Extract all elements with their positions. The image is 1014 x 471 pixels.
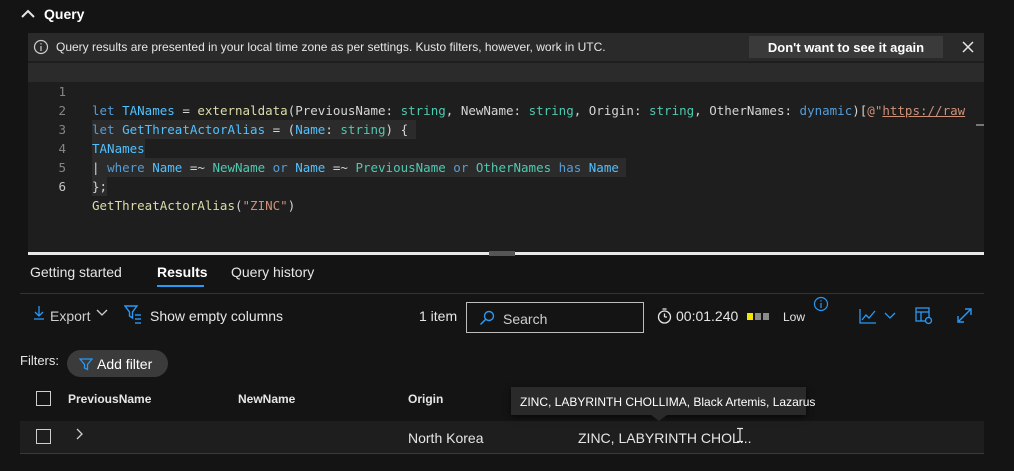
cell-othernames[interactable]: ZINC, LABYRINTH CHOL...	[578, 430, 751, 446]
column-header-newname[interactable]: NewName	[238, 392, 295, 406]
code-line[interactable]: 2 let GetThreatActorAlias = (Name: strin…	[28, 82, 984, 139]
item-count: 1 item	[419, 308, 458, 324]
chevron-down-icon[interactable]	[884, 311, 896, 321]
export-button[interactable]: Export	[50, 308, 90, 324]
info-icon[interactable]	[813, 296, 829, 312]
filter-funnel-icon	[124, 305, 141, 324]
cell-origin: North Korea	[408, 430, 484, 446]
active-tab-indicator	[157, 285, 204, 287]
stopwatch-icon	[657, 308, 672, 324]
line-number: 6	[58, 179, 66, 194]
tabs-divider	[20, 293, 984, 294]
overview-ruler-mark	[976, 124, 984, 126]
code-line[interactable]: 5 };	[28, 139, 984, 196]
query-header: Query	[0, 0, 1014, 30]
query-editor[interactable]: 1 let TANames = externaldata(PreviousNam…	[28, 61, 984, 253]
search-placeholder[interactable]: Search	[503, 311, 547, 327]
search-box[interactable]: Search	[466, 302, 644, 333]
download-icon[interactable]	[33, 305, 45, 321]
dont-show-again-button[interactable]: Don't want to see it again	[749, 36, 943, 58]
column-settings-icon[interactable]	[915, 307, 933, 325]
code-line[interactable]: 4 | where Name =~ NewName or Name =~ Pre…	[28, 120, 984, 177]
info-banner: Query results are presented in your loca…	[28, 33, 984, 61]
column-header-origin[interactable]: Origin	[408, 392, 443, 406]
table-row[interactable]	[20, 421, 984, 453]
code-line[interactable]: 1 let TANames = externaldata(PreviousNam…	[28, 63, 984, 118]
perf-bar-2	[755, 313, 761, 320]
show-empty-columns-button[interactable]: Show empty columns	[150, 308, 283, 324]
perf-bar-3	[763, 313, 769, 320]
tab-results[interactable]: Results	[157, 264, 208, 280]
tooltip-text: ZINC, LABYRINTH CHOLLIMA, Black Artemis,…	[520, 395, 816, 409]
search-icon	[479, 310, 495, 326]
cell-tooltip: ZINC, LABYRINTH CHOLLIMA, Black Artemis,…	[511, 387, 815, 415]
row-checkbox[interactable]	[36, 429, 51, 444]
code-line[interactable]: 3 TANames	[28, 101, 984, 158]
tooltip-pointer	[651, 415, 667, 421]
tab-getting-started[interactable]: Getting started	[30, 264, 122, 280]
query-duration: 00:01.240	[676, 308, 739, 324]
splitter-handle[interactable]	[489, 251, 515, 256]
query-title: Query	[44, 6, 85, 22]
row-divider	[20, 453, 984, 454]
filter-icon	[79, 358, 93, 371]
add-filter-label: Add filter	[97, 355, 153, 372]
close-icon[interactable]	[960, 39, 976, 55]
tab-query-history[interactable]: Query history	[231, 264, 314, 280]
info-message: Query results are presented in your loca…	[56, 40, 606, 54]
chevron-down-icon[interactable]	[96, 308, 108, 318]
perf-bar-1	[747, 313, 753, 320]
chevron-right-icon[interactable]	[75, 428, 85, 440]
text-cursor-icon	[737, 427, 743, 443]
select-all-checkbox[interactable]	[36, 391, 51, 406]
info-icon	[33, 39, 49, 55]
filters-label: Filters:	[20, 353, 59, 368]
chevron-up-icon[interactable]	[20, 6, 36, 22]
code-line[interactable]: 6 GetThreatActorAlias("ZINC")	[28, 158, 984, 213]
chart-icon[interactable]	[859, 308, 877, 324]
column-header-previousname[interactable]: PreviousName	[68, 392, 151, 406]
expand-icon[interactable]	[956, 307, 973, 324]
performance-label: Low	[783, 310, 806, 324]
